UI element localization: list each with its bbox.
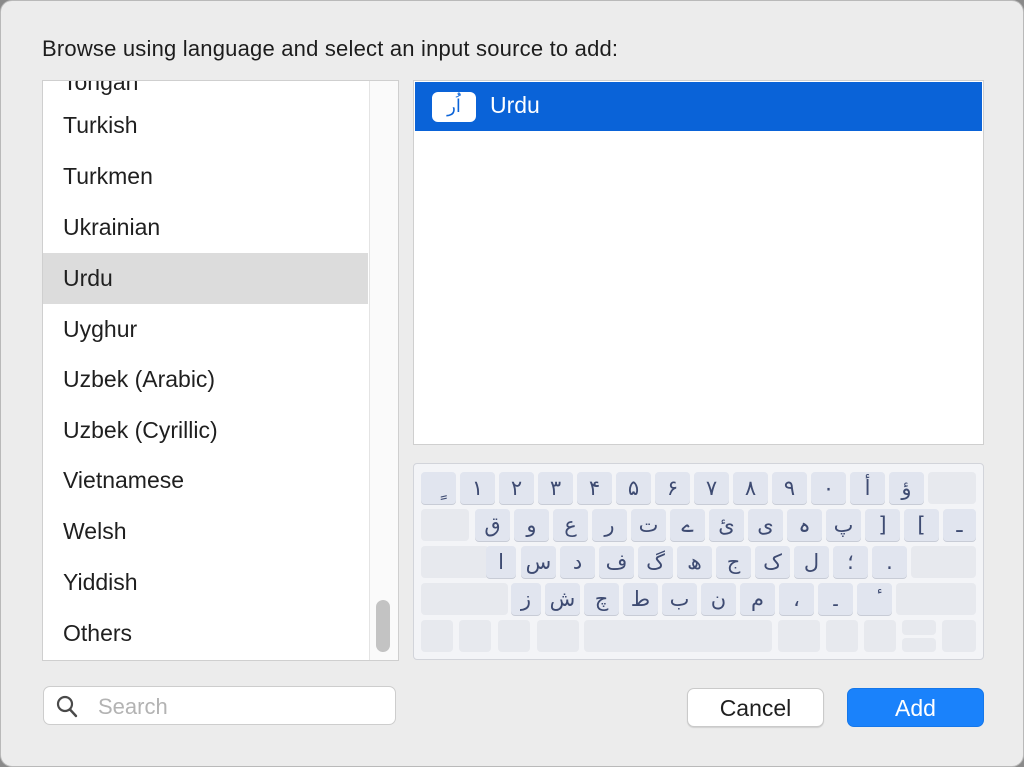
keyboard-key-command [537,620,579,652]
keyboard-key: ۔ [818,583,853,615]
keyboard-key-option [498,620,530,652]
keyboard-key-fn [421,620,453,652]
keyboard-key: ھ [677,546,712,578]
keyboard-key-control [459,620,491,652]
keyboard-key: ۲ [499,472,534,504]
keyboard-key: ، [779,583,814,615]
list-item[interactable]: Others [43,608,368,659]
keyboard-key: ب [662,583,697,615]
list-item[interactable]: Ukrainian [43,202,368,253]
keyboard-key: ٍ [421,472,456,504]
keyboard-key: پ [826,509,861,541]
urdu-keyboard-icon: اُر [432,92,476,122]
cancel-button[interactable]: Cancel [687,688,824,727]
keyboard-key: ۶ [655,472,690,504]
keyboard-key: و [514,509,549,541]
keyboard-key: ] [865,509,900,541]
list-item[interactable]: Uzbek (Cyrillic) [43,405,368,456]
keyboard-key: ش [545,583,580,615]
list-item[interactable]: Uyghur [43,304,368,355]
keyboard-key: ر [592,509,627,541]
keyboard-key: ف [599,546,634,578]
scrollbar-track[interactable] [369,81,398,660]
keyboard-key: ک [755,546,790,578]
input-source-row-selected[interactable]: اُر Urdu [415,82,982,131]
keyboard-key: ع [553,509,588,541]
search-icon [56,695,78,718]
list-item[interactable]: Vietnamese [43,455,368,506]
add-input-source-dialog: Browse using language and select an inpu… [0,0,1024,767]
keyboard-key-arrow-left [864,620,896,652]
keyboard-key: ۰ [811,472,846,504]
keyboard-key: گ [638,546,673,578]
keyboard-key-return [911,546,976,578]
keyboard-key: ٔ [857,583,892,615]
keyboard-key: س [521,546,556,578]
keyboard-key: د [560,546,595,578]
keyboard-key: ط [623,583,658,615]
input-source-list[interactable]: اُر Urdu [413,80,984,445]
keyboard-key: ق [475,509,510,541]
keyboard-key: ت [631,509,666,541]
keyboard-key-arrow-down [902,638,936,652]
keyboard-key: ۳ [538,472,573,504]
keyboard-key-shift-right [896,583,976,615]
keyboard-key: ہ [787,509,822,541]
keyboard-key: ۵ [616,472,651,504]
list-item[interactable]: Turkmen [43,151,368,202]
keyboard-key-arrow-right [942,620,976,652]
list-item[interactable]: Yiddish [43,557,368,608]
search-field[interactable] [43,686,396,725]
keyboard-key: ـ [943,509,976,541]
keyboard-key-option [826,620,858,652]
keyboard-key: ؤ [889,472,924,504]
keyboard-key-space [584,620,772,652]
keyboard-key: ۹ [772,472,807,504]
keyboard-key: ی [748,509,783,541]
list-item[interactable]: Uzbek (Arabic) [43,354,368,405]
language-list[interactable]: Tongan Turkish Turkmen Ukrainian Urdu Uy… [42,80,399,661]
keyboard-key-arrow-up [902,620,936,635]
keyboard-key: ج [716,546,751,578]
keyboard-key: ۴ [577,472,612,504]
keyboard-key: ئ [709,509,744,541]
keyboard-key-caps [421,546,489,578]
keyboard-key: ا [486,546,516,578]
list-item-selected[interactable]: Urdu [43,253,368,304]
keyboard-key: ز [511,583,541,615]
keyboard-key: ے [670,509,705,541]
input-source-label: Urdu [490,92,540,118]
keyboard-key-shift-left [421,583,508,615]
keyboard-preview: ٍ ۱ ۲ ۳ ۴ ۵ ۶ ۷ ۸ ۹ ۰ أ ؤ ق و ع ر ت ے ئ … [413,463,984,660]
keyboard-key: ن [701,583,736,615]
keyboard-key-tab [421,509,469,541]
keyboard-key: ۸ [733,472,768,504]
keyboard-key: م [740,583,775,615]
keyboard-key: [ [904,509,939,541]
add-button[interactable]: Add [847,688,984,727]
keyboard-key: ۷ [694,472,729,504]
list-item[interactable]: Turkish [43,100,368,151]
keyboard-key: أ [850,472,885,504]
keyboard-key: . [872,546,907,578]
keyboard-key: چ [584,583,619,615]
scrollbar-thumb[interactable] [376,600,390,652]
search-input[interactable] [96,691,390,722]
keyboard-key: ل [794,546,829,578]
list-item[interactable]: Welsh [43,506,368,557]
dialog-prompt: Browse using language and select an inpu… [42,36,619,61]
keyboard-key: ۱ [460,472,495,504]
keyboard-key-delete [928,472,976,504]
keyboard-key: ؛ [833,546,868,578]
keyboard-key-command [778,620,820,652]
